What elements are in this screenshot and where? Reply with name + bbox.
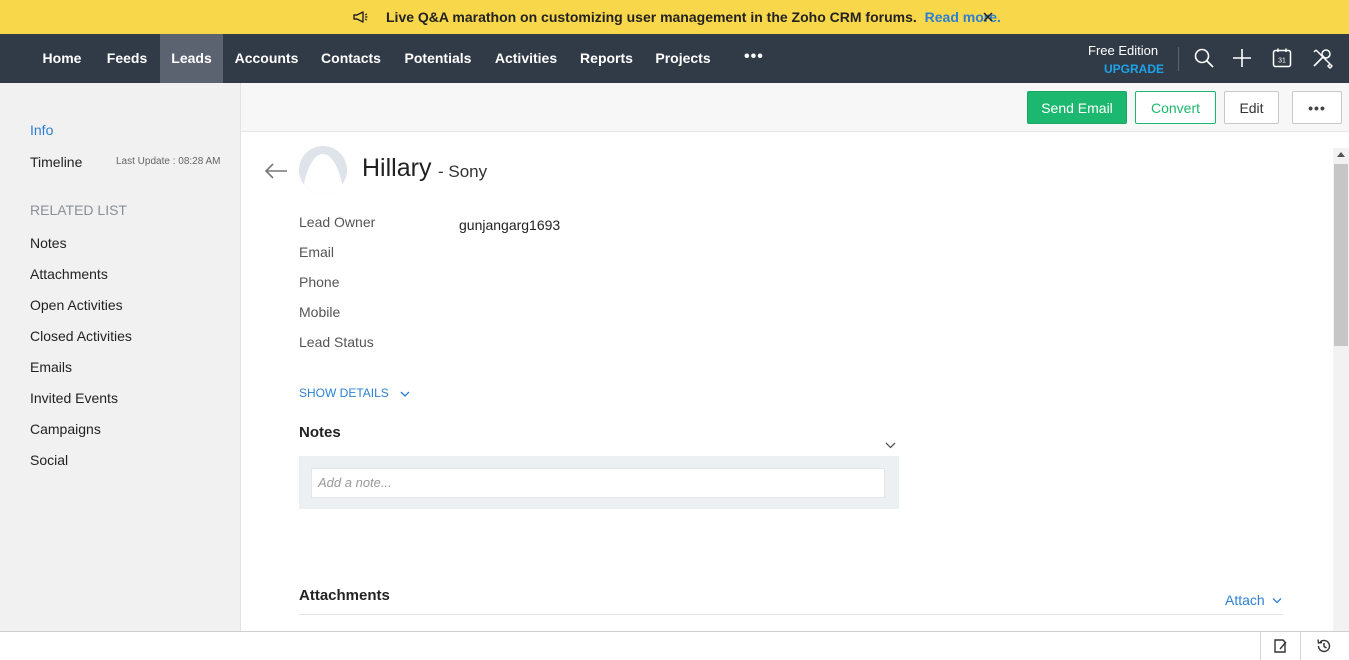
chevron-down-icon[interactable]	[400, 390, 410, 398]
nav-feeds[interactable]: Feeds	[96, 34, 158, 83]
plus-icon[interactable]	[1231, 47, 1253, 69]
more-actions-button[interactable]: •••	[1292, 91, 1342, 124]
field-label-mobile: Mobile	[299, 304, 341, 320]
nav-projects[interactable]: Projects	[648, 34, 718, 83]
sidebar-item-info[interactable]: Info	[30, 122, 53, 138]
sidebar-item-emails[interactable]: Emails	[30, 359, 72, 375]
last-update-text: Last Update : 08:28 AM	[116, 156, 221, 167]
attach-button[interactable]: Attach	[1225, 592, 1265, 608]
convert-button[interactable]: Convert	[1135, 91, 1216, 124]
nav-potentials[interactable]: Potentials	[395, 34, 481, 83]
field-label-phone: Phone	[299, 274, 340, 290]
bottom-divider	[1260, 632, 1261, 660]
section-divider	[299, 614, 1283, 615]
back-arrow-icon[interactable]	[264, 162, 288, 180]
nav-accounts[interactable]: Accounts	[226, 34, 307, 83]
vertical-scrollbar[interactable]	[1333, 148, 1349, 631]
close-icon[interactable]	[982, 11, 994, 23]
attachments-section-title: Attachments	[299, 587, 390, 604]
sidebar: Info Timeline Last Update : 08:28 AM REL…	[0, 83, 241, 631]
edition-label: Free Edition	[1088, 43, 1159, 58]
nav-leads[interactable]: Leads	[160, 34, 223, 83]
history-icon[interactable]	[1315, 637, 1333, 655]
announcement-bar: Live Q&A marathon on customizing user ma…	[0, 0, 1349, 34]
chevron-down-icon[interactable]	[885, 441, 896, 449]
related-list-heading: RELATED LIST	[30, 202, 127, 218]
bottom-divider	[1300, 632, 1301, 660]
scroll-up-arrow-icon[interactable]	[1337, 152, 1345, 157]
lead-company: - Sony	[438, 162, 488, 181]
scrollbar-thumb[interactable]	[1334, 164, 1348, 346]
note-pad-icon[interactable]	[1271, 637, 1289, 655]
calendar-day: 31	[1278, 58, 1286, 65]
search-icon[interactable]	[1193, 47, 1215, 69]
chevron-down-icon[interactable]	[1272, 597, 1282, 604]
megaphone-icon	[353, 11, 368, 23]
bottom-bar	[0, 631, 1349, 660]
upgrade-link[interactable]: UPGRADE	[1104, 62, 1164, 76]
record-toolbar: Send Email Convert Edit •••	[241, 83, 1349, 132]
sidebar-item-attachments[interactable]: Attachments	[30, 266, 108, 282]
sidebar-item-campaigns[interactable]: Campaigns	[30, 421, 101, 437]
notes-section-title: Notes	[299, 424, 341, 441]
edit-button[interactable]: Edit	[1224, 91, 1279, 124]
field-label-email: Email	[299, 244, 335, 260]
announcement-text: Live Q&A marathon on customizing user ma…	[386, 9, 917, 25]
field-label-lead-status: Lead Status	[299, 334, 374, 350]
sidebar-item-timeline[interactable]: Timeline	[30, 154, 82, 170]
nav-activities[interactable]: Activities	[486, 34, 566, 83]
user-silhouette-icon	[299, 146, 347, 194]
avatar	[299, 146, 347, 194]
nav-divider	[1178, 47, 1179, 71]
sidebar-item-social[interactable]: Social	[30, 452, 68, 468]
sidebar-item-closed-activities[interactable]: Closed Activities	[30, 328, 132, 344]
top-navigation: Home Feeds Leads Accounts Contacts Poten…	[0, 34, 1349, 83]
add-note-input[interactable]: Add a note...	[311, 468, 885, 498]
nav-reports[interactable]: Reports	[571, 34, 642, 83]
setup-tools-icon[interactable]	[1311, 47, 1333, 69]
notes-box: Add a note...	[299, 456, 899, 509]
field-value-lead-owner[interactable]: gunjangarg1693	[459, 217, 560, 233]
nav-more-button[interactable]: •••	[744, 48, 764, 66]
announcement-message: Live Q&A marathon on customizing user ma…	[386, 9, 1001, 25]
sidebar-item-open-activities[interactable]: Open Activities	[30, 297, 123, 313]
nav-home[interactable]: Home	[30, 34, 94, 83]
show-details-link[interactable]: SHOW DETAILS	[299, 386, 389, 400]
sidebar-item-invited-events[interactable]: Invited Events	[30, 390, 118, 406]
send-email-button[interactable]: Send Email	[1027, 91, 1127, 124]
field-label-lead-owner: Lead Owner	[299, 214, 376, 230]
lead-name: Hillary	[362, 154, 432, 182]
nav-contacts[interactable]: Contacts	[312, 34, 390, 83]
sidebar-item-notes[interactable]: Notes	[30, 235, 67, 251]
calendar-icon[interactable]: 31	[1271, 47, 1293, 69]
